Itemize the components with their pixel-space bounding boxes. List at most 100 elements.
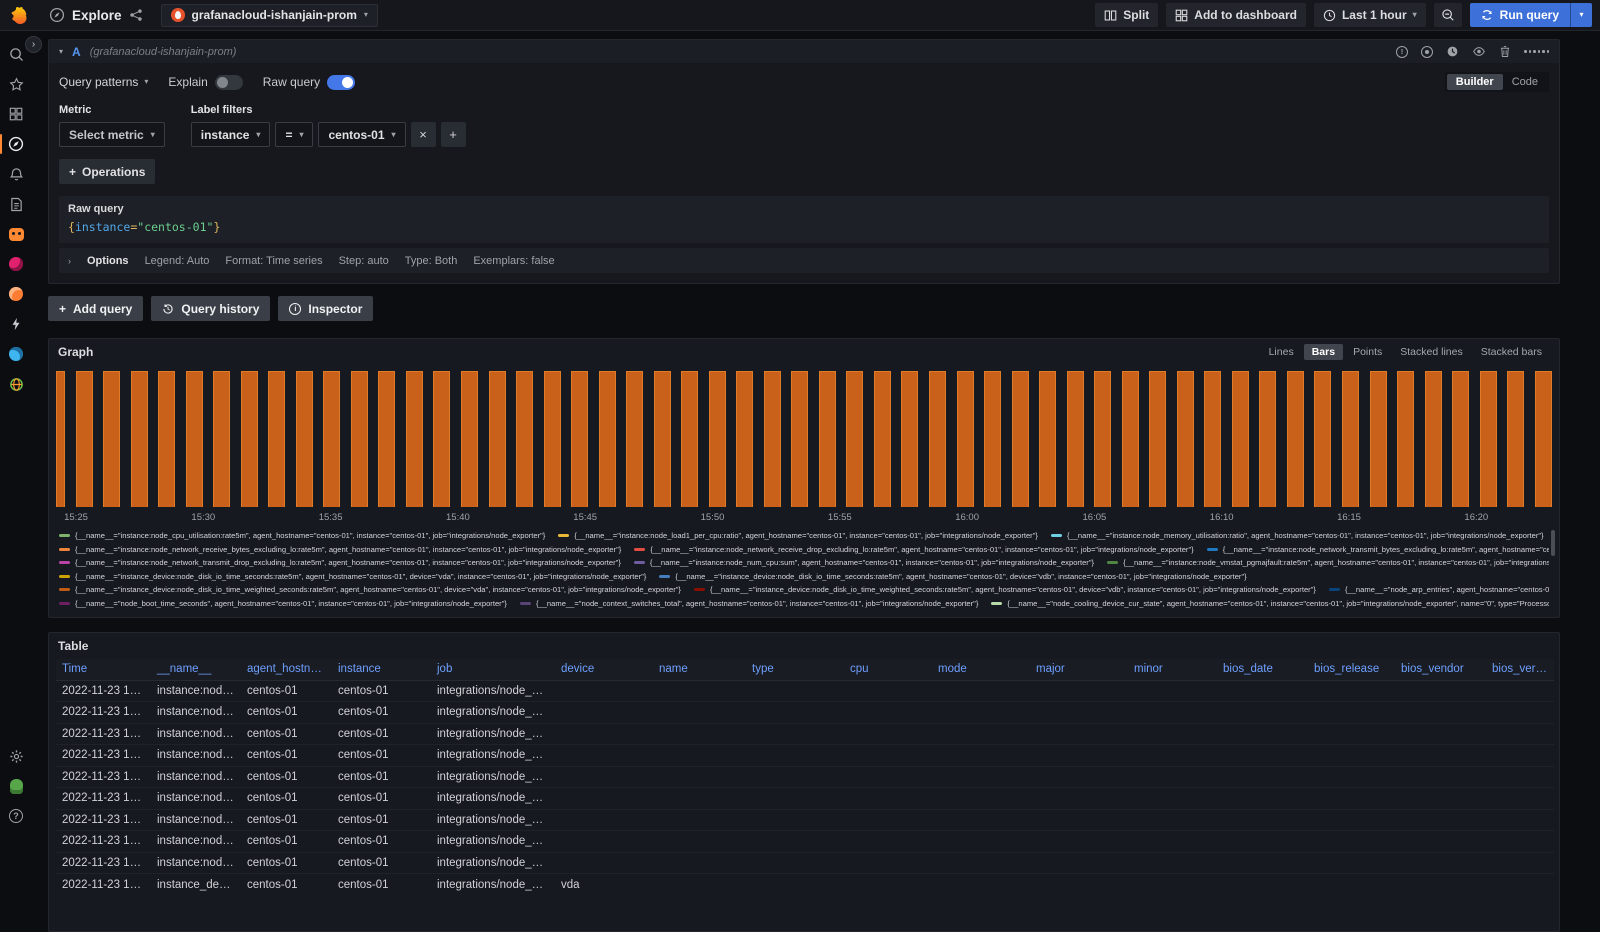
k6-bolt-icon[interactable] xyxy=(2,311,30,337)
web-analytics-icon[interactable] xyxy=(2,371,30,397)
legend-item[interactable]: {__name__="node_arp_entries", agent_host… xyxy=(1329,585,1549,594)
add-query-button[interactable]: + Add query xyxy=(48,296,143,321)
run-query-button[interactable]: Run query ▾ xyxy=(1470,3,1592,27)
share-icon[interactable] xyxy=(129,8,143,22)
legend-item[interactable]: {__name__="instance_device:node_disk_io_… xyxy=(694,585,1316,594)
legend-item[interactable]: {__name__="instance:node_load1_per_cpu:r… xyxy=(558,531,1038,540)
query-options-row[interactable]: › Options Legend: Auto Format: Time seri… xyxy=(59,248,1549,273)
legend-item[interactable]: {__name__="instance:node_network_receive… xyxy=(634,545,1193,554)
run-query-caret[interactable]: ▾ xyxy=(1570,3,1592,27)
legend-item[interactable]: {__name__="node_context_switches_total",… xyxy=(520,599,978,608)
table-column-header[interactable]: minor xyxy=(1128,659,1217,680)
table-column-header[interactable]: instance xyxy=(332,659,431,680)
graph-bar xyxy=(1204,371,1221,507)
graph-mode-bars[interactable]: Bars xyxy=(1304,344,1343,360)
table-cell xyxy=(1128,831,1217,853)
table-cell: instance_device:n… xyxy=(151,874,241,896)
legend-item[interactable]: {__name__="instance:node_network_transmi… xyxy=(1207,545,1549,554)
oncall-icon[interactable] xyxy=(2,281,30,307)
starred-icon[interactable] xyxy=(2,71,30,97)
table-column-header[interactable]: bios_date xyxy=(1217,659,1308,680)
legend-label: {__name__="instance:node_network_receive… xyxy=(650,545,1193,554)
eye-icon[interactable] xyxy=(1472,45,1486,58)
legend-item[interactable]: {__name__="instance_device:node_disk_io_… xyxy=(659,572,1246,581)
drag-handle-icon[interactable] xyxy=(1524,50,1549,53)
legend-scrollbar[interactable] xyxy=(1551,530,1555,556)
graph-mode-stacked-lines[interactable]: Stacked lines xyxy=(1392,344,1470,360)
table-column-header[interactable]: bios_vendor xyxy=(1395,659,1486,680)
legend-item[interactable]: {__name__="instance:node_cpu_utilisation… xyxy=(59,531,545,540)
table-cell xyxy=(1128,809,1217,831)
table-column-header[interactable]: mode xyxy=(932,659,1030,680)
circle-info-icon[interactable]: ! xyxy=(1396,46,1408,58)
query-history-button[interactable]: Query history xyxy=(151,296,270,321)
add-to-dashboard-button[interactable]: Add to dashboard xyxy=(1166,3,1306,27)
table-column-header[interactable]: major xyxy=(1030,659,1128,680)
legend-item[interactable]: {__name__="node_cooling_device_cur_state… xyxy=(991,599,1549,608)
table-column-header[interactable]: device xyxy=(555,659,653,680)
graph-mode-stacked-bars[interactable]: Stacked bars xyxy=(1473,344,1550,360)
help-icon[interactable]: ? xyxy=(2,803,30,829)
query-patterns-dropdown[interactable]: Query patterns ▾ xyxy=(59,75,148,89)
legend-item[interactable]: {__name__="node_boot_time_seconds", agen… xyxy=(59,599,507,608)
remove-filter-button[interactable]: × xyxy=(411,122,436,147)
legend-item[interactable]: {__name__="instance_device:node_disk_io_… xyxy=(59,585,681,594)
zoom-out-button[interactable] xyxy=(1434,3,1462,27)
add-operations-button[interactable]: + Operations xyxy=(59,159,155,184)
table-column-header[interactable]: __name__ xyxy=(151,659,241,680)
collapse-query-icon[interactable]: ▾ xyxy=(59,48,63,56)
table-column-header[interactable]: type xyxy=(746,659,844,680)
legend-item[interactable]: {__name__="instance:node_network_receive… xyxy=(59,545,621,554)
machine-learning-icon[interactable] xyxy=(2,251,30,277)
circle-record-icon[interactable] xyxy=(1421,46,1433,58)
legend-swatch xyxy=(991,602,1002,605)
legend-item[interactable]: {__name__="instance_device:node_disk_io_… xyxy=(59,572,646,581)
graph-bar xyxy=(1094,371,1111,507)
graph-bar xyxy=(1535,371,1552,507)
settings-gear-icon[interactable] xyxy=(2,743,30,769)
table-column-header[interactable]: bios_version xyxy=(1486,659,1554,680)
table-column-header[interactable]: agent_hostname xyxy=(241,659,332,680)
split-button[interactable]: Split xyxy=(1095,3,1158,27)
legend-item[interactable]: {__name__="instance:node_vmstat_pgmajfau… xyxy=(1107,558,1549,567)
add-filter-button[interactable]: + xyxy=(441,122,466,147)
explain-toggle[interactable] xyxy=(215,75,243,90)
label-name-select[interactable]: instance ▾ xyxy=(191,122,271,147)
metric-select[interactable]: Select metric ▾ xyxy=(59,122,165,147)
dashboards-icon[interactable] xyxy=(2,101,30,127)
graph-mode-points[interactable]: Points xyxy=(1345,344,1390,360)
table-column-header[interactable]: name xyxy=(653,659,746,680)
plus-icon: + xyxy=(59,302,66,316)
chevron-down-icon: ▾ xyxy=(299,131,303,139)
graph-mode-lines[interactable]: Lines xyxy=(1261,344,1302,360)
history-clock-icon[interactable] xyxy=(1446,45,1459,58)
grot-icon[interactable] xyxy=(2,773,30,799)
builder-mode-button[interactable]: Builder xyxy=(1447,74,1503,90)
incident-icon[interactable] xyxy=(2,221,30,247)
label-operator-select[interactable]: = ▾ xyxy=(275,122,313,147)
datasource-picker[interactable]: grafanacloud-ishanjain-prom ▾ xyxy=(161,4,378,27)
grafana-logo[interactable] xyxy=(8,5,29,26)
trash-icon[interactable] xyxy=(1499,45,1511,58)
table-cell xyxy=(1486,874,1554,896)
legend-item[interactable]: {__name__="instance:node_memory_utilisat… xyxy=(1051,531,1544,540)
legend-item[interactable]: {__name__="instance:node_network_transmi… xyxy=(59,558,621,567)
table-column-header[interactable]: Time xyxy=(56,659,151,680)
code-mode-button[interactable]: Code xyxy=(1503,74,1547,90)
legend-item[interactable]: {__name__="instance:node_num_cpu:sum", a… xyxy=(634,558,1094,567)
table-header-row: Time__name__agent_hostnameinstancejobdev… xyxy=(56,659,1554,680)
inspector-button[interactable]: i Inspector xyxy=(278,296,373,321)
table-cell xyxy=(1128,723,1217,745)
synthetic-monitoring-icon[interactable] xyxy=(2,341,30,367)
docs-file-icon[interactable] xyxy=(2,191,30,217)
time-range-picker[interactable]: Last 1 hour ▾ xyxy=(1314,3,1426,27)
raw-query-toggle[interactable] xyxy=(327,75,355,90)
alerting-bell-icon[interactable] xyxy=(2,161,30,187)
add-query-label: Add query xyxy=(73,302,132,316)
expand-sidebar-button[interactable]: › xyxy=(25,36,42,53)
sidebar-item-explore[interactable] xyxy=(2,131,30,157)
table-column-header[interactable]: bios_release xyxy=(1308,659,1395,680)
table-column-header[interactable]: cpu xyxy=(844,659,932,680)
table-column-header[interactable]: job xyxy=(431,659,555,680)
label-value-select[interactable]: centos-01 ▾ xyxy=(318,122,405,147)
